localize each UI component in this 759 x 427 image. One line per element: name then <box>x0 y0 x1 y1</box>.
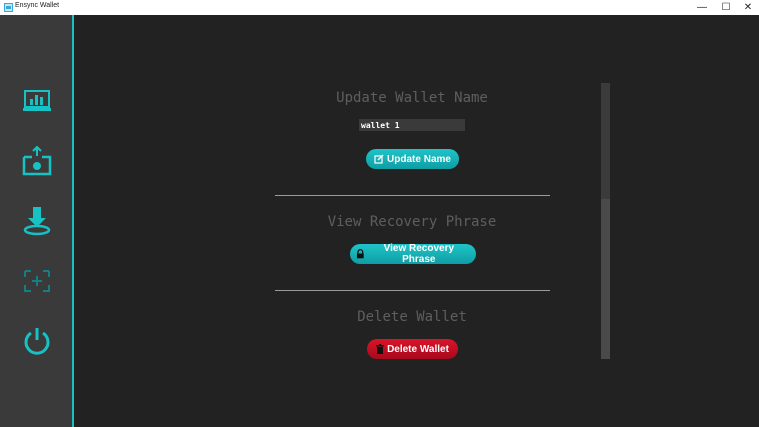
scrollbar-thumb[interactable] <box>601 199 610 359</box>
sidebar-item-settings[interactable] <box>21 265 53 297</box>
sidebar-item-send[interactable] <box>21 145 53 177</box>
window-title: Ensync Wallet <box>15 2 60 9</box>
view-recovery-phrase-label: View Recovery Phrase <box>383 243 455 265</box>
recovery-title: View Recovery Phrase <box>327 214 497 230</box>
trash-icon <box>376 344 385 354</box>
delete-title: Delete Wallet <box>357 309 467 325</box>
send-upload-icon <box>22 145 52 176</box>
update-name-label: Update Name <box>387 153 451 165</box>
edit-icon <box>374 154 384 164</box>
sidebar-item-power[interactable] <box>21 325 53 357</box>
power-icon <box>24 328 50 355</box>
dashboard-chart-icon <box>23 90 51 111</box>
minimize-button[interactable]: — <box>690 0 714 15</box>
sidebar-item-dashboard[interactable] <box>21 85 53 117</box>
scrollbar-track[interactable] <box>601 83 610 359</box>
sidebar-item-receive[interactable] <box>21 205 53 237</box>
lock-icon <box>356 249 364 259</box>
maximize-button[interactable]: ☐ <box>714 0 738 15</box>
wallet-name-input[interactable] <box>359 119 465 131</box>
delete-wallet-label: Delete Wallet <box>387 343 449 355</box>
section-divider <box>275 195 550 196</box>
close-button[interactable]: ✕ <box>736 0 759 15</box>
view-recovery-phrase-button[interactable]: View Recovery Phrase <box>350 243 476 265</box>
update-name-title: Update Wallet Name <box>336 90 488 106</box>
section-divider <box>275 290 550 291</box>
sidebar <box>0 15 74 427</box>
delete-wallet-button[interactable]: Delete Wallet <box>367 339 458 359</box>
app-logo-icon <box>4 3 13 12</box>
settings-wallet-icon <box>24 270 50 292</box>
receive-download-icon <box>23 207 51 236</box>
update-name-button[interactable]: Update Name <box>366 149 459 169</box>
window-titlebar: Ensync Wallet — ☐ ✕ <box>0 0 759 15</box>
